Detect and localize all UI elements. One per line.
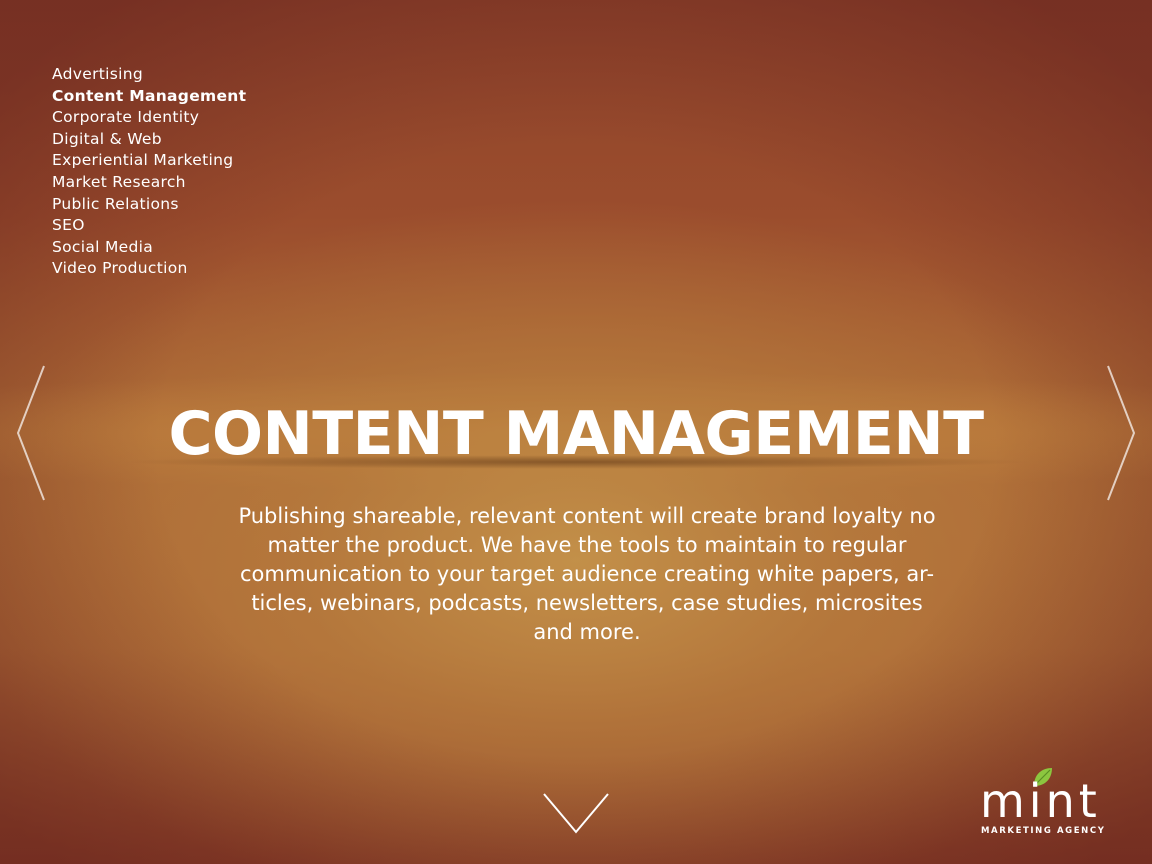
nav-item-public-relations[interactable]: Public Relations [52, 194, 246, 216]
nav-item-advertising[interactable]: Advertising [52, 64, 246, 86]
description-line: communication to your target audience cr… [239, 562, 935, 586]
scroll-down-button[interactable] [540, 790, 612, 836]
description-line: Publishing shareable, relevant content w… [238, 504, 936, 528]
page-title: CONTENT MANAGEMENT [168, 399, 984, 469]
chevron-down-icon [543, 793, 609, 834]
nav-item-seo[interactable]: SEO [52, 215, 246, 237]
nav-item-corporate-identity[interactable]: Corporate Identity [52, 107, 246, 129]
next-slide-button[interactable] [1104, 364, 1138, 502]
nav-item-social-media[interactable]: Social Media [52, 237, 246, 259]
prev-slide-button[interactable] [14, 364, 48, 502]
nav-item-content-management[interactable]: Content Management [52, 86, 246, 108]
description-line: matter the product. We have the tools to… [267, 533, 907, 557]
nav-item-digital-web[interactable]: Digital & Web [52, 129, 246, 151]
chevron-left-icon [16, 365, 45, 501]
description-text: Publishing shareable, relevant content w… [188, 502, 986, 647]
nav-item-market-research[interactable]: Market Research [52, 172, 246, 194]
chevron-right-icon [1107, 365, 1136, 501]
description-line: ticles, webinars, podcasts, newsletters,… [251, 591, 923, 615]
nav-item-experiential-marketing[interactable]: Experiential Marketing [52, 150, 246, 172]
description-line: and more. [533, 620, 641, 644]
mint-logo[interactable]: mint MARKETING AGENCY [974, 766, 1120, 840]
logo-tagline: MARKETING AGENCY [981, 826, 1106, 836]
logo-wordmark: mint [980, 774, 1101, 828]
services-nav: Advertising Content Management Corporate… [52, 64, 246, 280]
nav-item-video-production[interactable]: Video Production [52, 258, 246, 280]
